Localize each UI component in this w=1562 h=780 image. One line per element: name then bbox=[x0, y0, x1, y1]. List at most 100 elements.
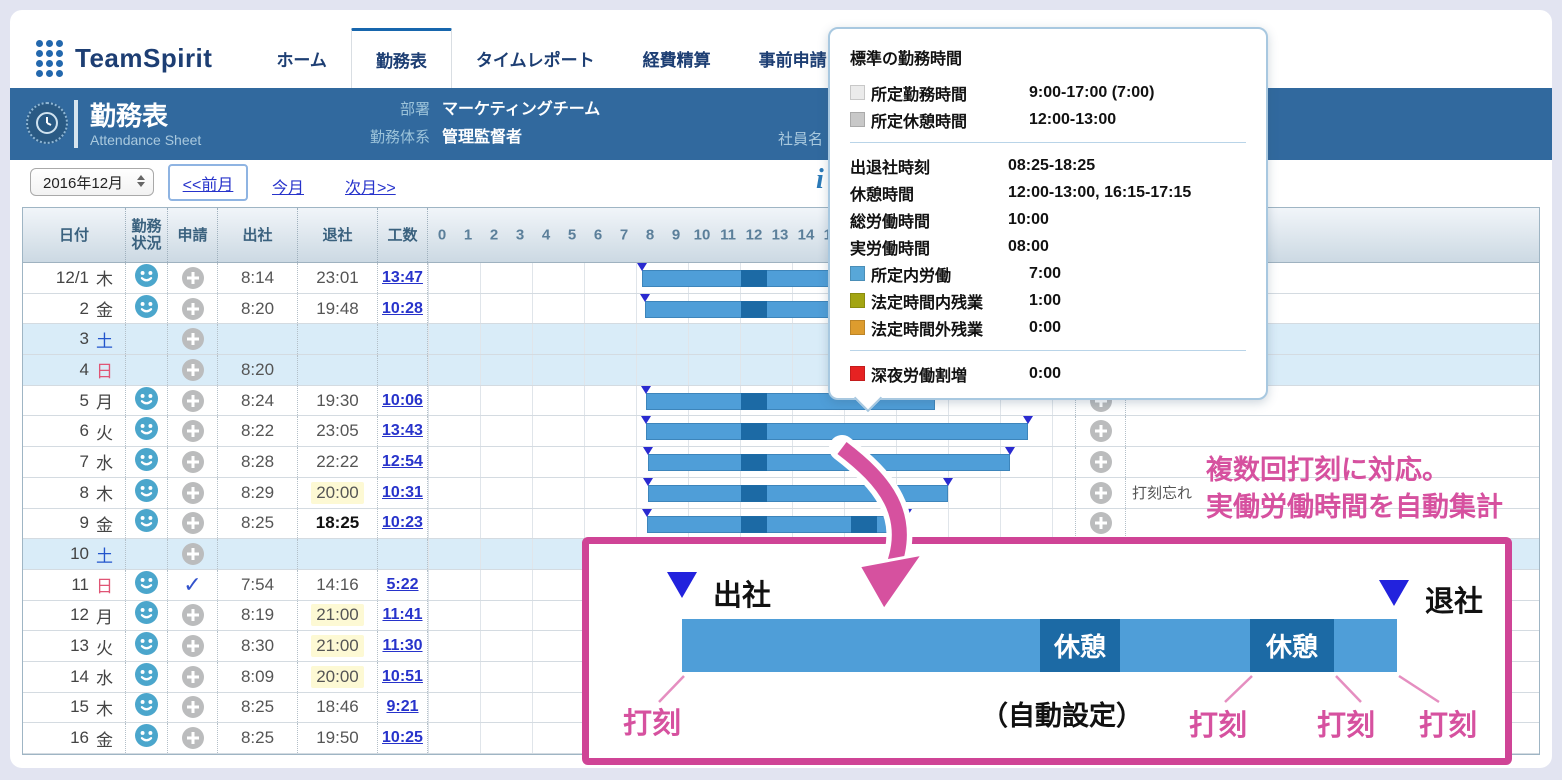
approved-check-icon[interactable]: ✓ bbox=[183, 572, 201, 598]
info-icon[interactable]: i bbox=[816, 164, 824, 196]
hours-link[interactable]: 10:28 bbox=[382, 300, 423, 318]
tooltip-row-label: 所定勤務時間 bbox=[871, 81, 1029, 105]
hours-link[interactable]: 12:54 bbox=[382, 453, 423, 471]
hour-tick-6: 6 bbox=[594, 227, 602, 244]
add-request-icon[interactable] bbox=[182, 390, 204, 412]
hours-cell: 10:28 bbox=[378, 294, 428, 324]
add-request-icon[interactable] bbox=[182, 359, 204, 381]
punch-label-1: 打刻 bbox=[623, 700, 681, 742]
weekday-label: 土 bbox=[96, 327, 113, 352]
hours-cell: 10:51 bbox=[378, 662, 428, 692]
add-request-icon[interactable] bbox=[182, 512, 204, 534]
hours-link[interactable]: 10:31 bbox=[382, 484, 423, 502]
hours-link[interactable]: 11:41 bbox=[382, 606, 422, 624]
work-time-bar[interactable] bbox=[647, 516, 907, 533]
date-number: 8 bbox=[80, 483, 89, 503]
add-request-icon[interactable] bbox=[182, 482, 204, 504]
table-row-5: 5月8:2419:3010:06 bbox=[23, 386, 1539, 417]
add-request-icon[interactable] bbox=[182, 328, 204, 350]
hours-cell: 10:25 bbox=[378, 723, 428, 753]
nav-tab-経費精算[interactable]: 経費精算 bbox=[619, 28, 735, 88]
tooltip-row: 出退社時刻08:25-18:25 bbox=[850, 152, 1246, 179]
clock-out-cell: 21:00 bbox=[298, 631, 378, 661]
toolbar: 2016年12月 <<前月 今月 次月>> i bbox=[10, 160, 1552, 208]
add-request-icon[interactable] bbox=[182, 635, 204, 657]
hours-link[interactable]: 10:06 bbox=[382, 392, 423, 410]
smiley-status-icon[interactable] bbox=[135, 663, 158, 691]
month-select[interactable]: 2016年12月 bbox=[30, 168, 154, 196]
hours-link[interactable]: 11:30 bbox=[382, 637, 422, 655]
add-entry-icon[interactable] bbox=[1090, 512, 1112, 534]
smiley-status-icon[interactable] bbox=[135, 417, 158, 445]
hours-cell: 12:54 bbox=[378, 447, 428, 477]
smiley-status-icon[interactable] bbox=[135, 571, 158, 599]
clock-in-cell: 8:30 bbox=[218, 631, 298, 661]
hours-link[interactable]: 9:21 bbox=[386, 698, 418, 716]
date-number: 4 bbox=[80, 360, 89, 380]
header-field-label: 部署 bbox=[350, 96, 430, 124]
request-cell bbox=[168, 539, 218, 569]
smiley-status-icon[interactable] bbox=[135, 448, 158, 476]
tooltip-divider bbox=[850, 142, 1246, 143]
date-number: 11 bbox=[71, 575, 89, 595]
hours-link[interactable]: 10:51 bbox=[382, 668, 423, 686]
add-request-icon[interactable] bbox=[182, 727, 204, 749]
action-cell bbox=[1076, 478, 1126, 508]
date-number: 14 bbox=[70, 667, 89, 687]
hours-link[interactable]: 13:47 bbox=[382, 269, 423, 287]
smiley-status-icon[interactable] bbox=[135, 387, 158, 415]
work-time-bar[interactable] bbox=[646, 423, 1028, 440]
bar-end-marker-icon bbox=[1023, 416, 1033, 424]
add-request-icon[interactable] bbox=[182, 298, 204, 320]
smiley-status-icon[interactable] bbox=[135, 632, 158, 660]
smiley-status-icon[interactable] bbox=[135, 264, 158, 292]
clock-in-cell: 8:25 bbox=[218, 723, 298, 753]
smiley-status-icon[interactable] bbox=[135, 693, 158, 721]
hours-link[interactable]: 10:23 bbox=[382, 514, 423, 532]
add-request-icon[interactable] bbox=[182, 696, 204, 718]
prev-month-link[interactable]: <<前月 bbox=[183, 171, 234, 195]
break-segment bbox=[741, 270, 767, 287]
smiley-status-icon[interactable] bbox=[135, 724, 158, 752]
nav-tab-ホーム[interactable]: ホーム bbox=[252, 28, 351, 88]
bar-start-marker-icon bbox=[643, 478, 653, 486]
weekday-label: 火 bbox=[96, 419, 113, 444]
smiley-status-icon[interactable] bbox=[135, 295, 158, 323]
next-month-link[interactable]: 次月>> bbox=[345, 174, 396, 198]
smiley-status-icon[interactable] bbox=[135, 479, 158, 507]
break-segment bbox=[851, 516, 877, 533]
date-cell: 16金 bbox=[23, 723, 126, 753]
weekday-label: 木 bbox=[96, 695, 113, 720]
add-request-icon[interactable] bbox=[182, 604, 204, 626]
hours-link[interactable]: 13:43 bbox=[382, 422, 423, 440]
current-month-link[interactable]: 今月 bbox=[272, 174, 304, 198]
request-cell bbox=[168, 478, 218, 508]
add-request-icon[interactable] bbox=[182, 666, 204, 688]
clock-out-cell bbox=[298, 355, 378, 385]
add-request-icon[interactable] bbox=[182, 267, 204, 289]
clock-in-cell bbox=[218, 539, 298, 569]
add-request-icon[interactable] bbox=[182, 420, 204, 442]
hours-link[interactable]: 10:25 bbox=[382, 729, 423, 747]
hours-link[interactable]: 5:22 bbox=[386, 576, 418, 594]
tooltip-row: 実労働時間08:00 bbox=[850, 233, 1246, 260]
prev-month-box[interactable]: <<前月 bbox=[168, 164, 248, 201]
nav-tab-タイムレポート[interactable]: タイムレポート bbox=[452, 28, 619, 88]
add-entry-icon[interactable] bbox=[1090, 420, 1112, 442]
add-entry-icon[interactable] bbox=[1090, 451, 1112, 473]
clock-out-value: 19:48 bbox=[316, 299, 359, 319]
nav-tab-勤務表[interactable]: 勤務表 bbox=[351, 28, 452, 88]
add-request-icon[interactable] bbox=[182, 451, 204, 473]
smiley-status-icon[interactable] bbox=[135, 509, 158, 537]
status-cell bbox=[126, 601, 168, 631]
clock-out-value: 22:22 bbox=[316, 452, 359, 472]
date-cell: 12/1木 bbox=[23, 263, 126, 293]
smiley-status-icon[interactable] bbox=[135, 601, 158, 629]
punch-label-2: 打刻 bbox=[1189, 702, 1247, 744]
bar-start-marker-icon bbox=[643, 447, 653, 455]
add-entry-icon[interactable] bbox=[1090, 482, 1112, 504]
work-time-bar[interactable] bbox=[648, 454, 1009, 471]
title-divider bbox=[74, 100, 78, 148]
work-time-bar[interactable] bbox=[648, 485, 948, 502]
add-request-icon[interactable] bbox=[182, 543, 204, 565]
